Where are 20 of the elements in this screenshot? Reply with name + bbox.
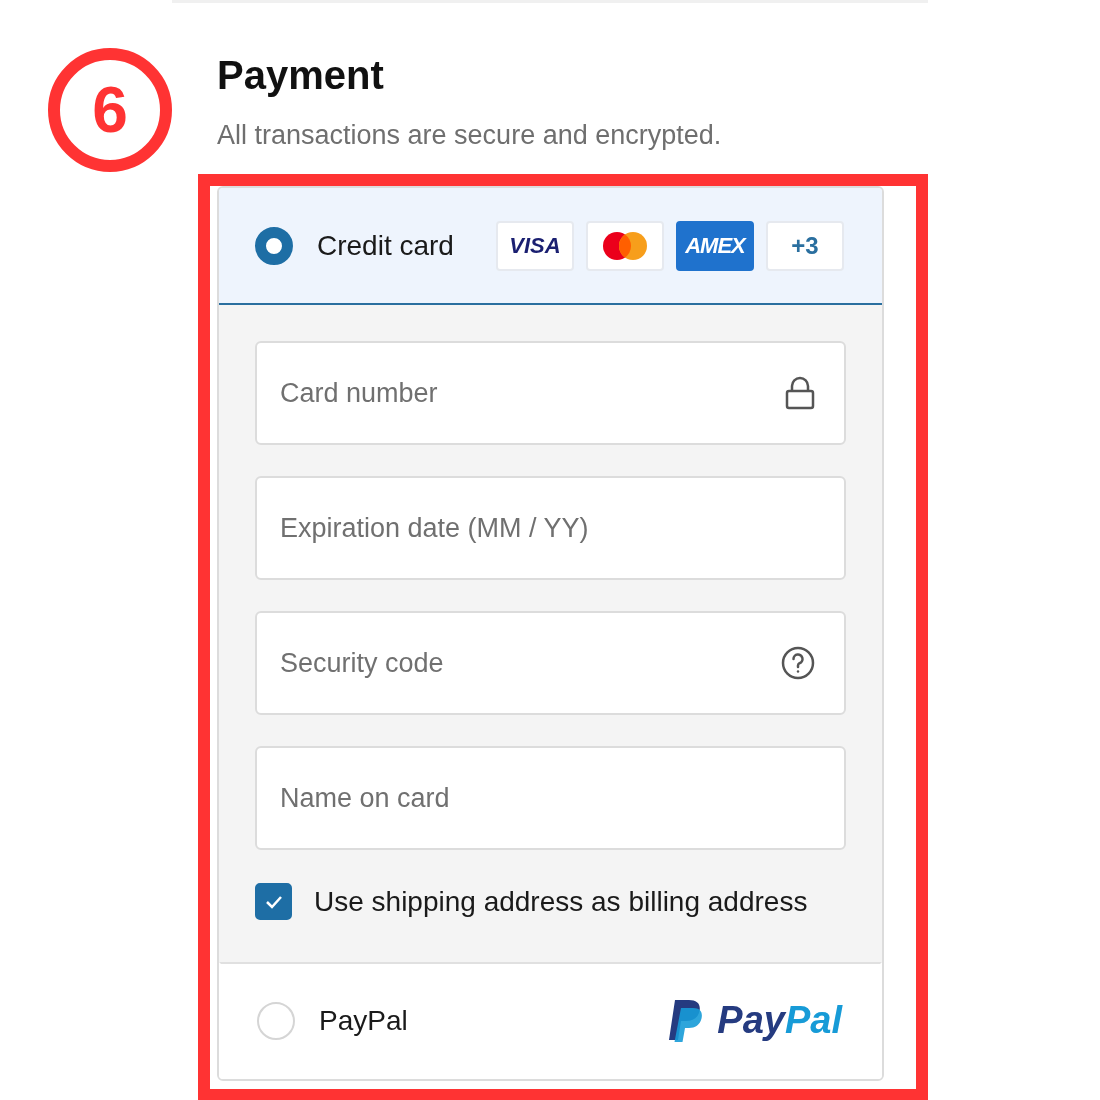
step-number-badge: 6 bbox=[48, 48, 172, 172]
amex-logo: AMEX bbox=[676, 220, 754, 271]
section-subtitle: All transactions are secure and encrypted. bbox=[217, 119, 722, 151]
checkbox-label: Use shipping address as billing address bbox=[314, 885, 808, 918]
payment-option[interactable]: PayPal PayPal bbox=[219, 962, 882, 1079]
text-field[interactable]: Name on card bbox=[255, 746, 846, 850]
payment-option-label: PayPal bbox=[319, 1004, 408, 1037]
radio-button[interactable] bbox=[255, 226, 293, 265]
text-field[interactable]: Card number bbox=[255, 341, 846, 445]
help-icon[interactable] bbox=[780, 645, 816, 681]
section-title: Payment bbox=[217, 52, 384, 99]
more-brands-badge: +3 bbox=[766, 220, 844, 271]
payment-option-label: Credit card bbox=[317, 229, 454, 262]
visa-logo: VISA bbox=[496, 220, 574, 271]
lock-icon bbox=[784, 376, 816, 410]
paypal-logo: PayPal bbox=[717, 999, 842, 1042]
checkbox[interactable] bbox=[255, 883, 292, 920]
payment-option[interactable]: Credit card VISA AMEX +3 bbox=[219, 188, 882, 305]
text-field[interactable]: Expiration date (MM / YY) bbox=[255, 476, 846, 580]
text-field[interactable]: Security code bbox=[255, 611, 846, 715]
